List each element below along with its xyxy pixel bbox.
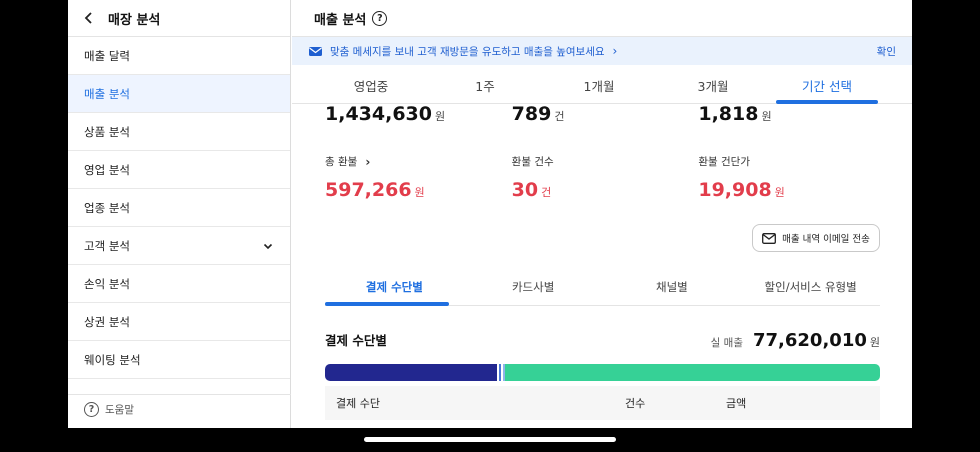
promo-banner[interactable]: 맞춤 메세지를 보내 고객 재방문을 유도하고 매출을 높여보세요 › 확인 [292,37,912,65]
breakdown-tab[interactable]: 채널별 [603,270,742,305]
sidebar-item[interactable]: 손익 분석 [68,265,290,303]
sidebar-item-label: 매출 분석 [84,86,130,101]
sidebar-item[interactable]: 매출 분석 [68,75,290,113]
stat-unit: 원 [761,110,772,123]
sidebar-item-label: 손익 분석 [84,276,130,291]
stats-refund-row: 총 환불 › 597,266 원 환불 건수 30 건 환불 건단가 19,908 원 [325,154,885,202]
distribution-segment [504,364,880,381]
breakdown-tabs: 결제 수단별 카드사별 채널별 할인/서비스 유형별 [325,270,880,306]
sidebar-item-label: 매출 달력 [84,48,130,63]
stat-block: 총 환불 › 597,266 원 [325,154,512,202]
stat-value: 30 [511,179,539,201]
stat-unit: 원 [414,186,425,199]
page-title: 매출 분석 [314,12,367,28]
mail-icon [309,46,322,57]
sidebar-item[interactable]: 매출 달력 [68,37,290,75]
net-sales-value: 77,620,010 [753,330,867,351]
chevron-right-icon: › [612,44,618,58]
stat-label[interactable]: 총 환불 › [325,154,512,169]
distribution-segment [325,364,498,381]
section-title: 결제 수단별 [325,333,387,348]
stat-unit: 건 [554,110,565,123]
sidebar: 매장 분석 매출 달력매출 분석상품 분석영업 분석업종 분석고객 분석손익 분… [68,0,291,428]
net-sales-unit: 원 [869,336,880,349]
sidebar-item-label: 웨이팅 분석 [84,352,141,367]
payment-distribution-bar [325,364,880,381]
sidebar-item-label: 상품 분석 [84,124,130,139]
banner-confirm-button[interactable]: 확인 [877,44,896,59]
sidebar-item-label: 상권 분석 [84,314,130,329]
stat-block: 1,434,630 원 [325,103,512,125]
email-button-label: 매출 내역 이메일 전송 [782,234,870,245]
stat-value: 19,908 [698,179,772,201]
sidebar-item-label: 고객 분석 [84,238,130,253]
sidebar-item[interactable]: 웨이팅 분석 [68,341,290,379]
main-panel: 매출 분석 ? 맞춤 메세지를 보내 고객 재방문을 유도하고 매출을 높여보세… [292,0,912,428]
period-tabs: 영업중 1주 1개월 3개월 기간 선택 [292,65,912,104]
sidebar-item[interactable]: 상권 분석 [68,303,290,341]
home-indicator[interactable] [364,437,616,442]
help-label: 도움말 [105,404,134,416]
stat-block: 환불 건수 30 건 [512,154,699,201]
stat-value: 1,818 [698,103,759,125]
column-header-amount: 금액 [726,397,747,410]
stat-label: 환불 건단가 [698,156,750,168]
sidebar-header: 매장 분석 [68,0,290,37]
breakdown-tab[interactable]: 할인/서비스 유형별 [741,270,880,305]
question-circle-icon: ? [84,402,99,417]
sidebar-item[interactable]: 상품 분석 [68,113,290,151]
stat-unit: 원 [774,186,785,199]
sidebar-item-label: 업종 분석 [84,200,130,215]
sidebar-item-label: 영업 분석 [84,162,130,177]
period-tab[interactable]: 기간 선택 [770,65,884,104]
question-circle-icon[interactable]: ? [372,10,388,26]
stat-unit: 원 [434,110,446,123]
chevron-right-icon: › [365,154,371,169]
period-tab[interactable]: 1주 [428,65,542,103]
main-header: 매출 분석 ? [292,0,912,37]
period-tab[interactable]: 1개월 [542,65,656,103]
sidebar-item[interactable]: 업종 분석 [68,189,290,227]
stat-label: 환불 건수 [511,156,554,168]
table-header: 결제 수단 건수 금액 [325,386,880,420]
stat-block: 환불 건단가 19,908 원 [698,154,885,201]
sidebar-menu: 매출 달력매출 분석상품 분석영업 분석업종 분석고객 분석손익 분석상권 분석… [68,37,290,379]
stat-value: 597,266 [325,179,412,201]
back-arrow-icon[interactable] [82,11,96,25]
net-sales-label: 실 매출 [710,337,743,349]
stat-block: 789 건 [512,103,699,125]
app-screen: 매장 분석 매출 달력 매출 분석 상품 분석 영업 분석 업종 분석 고객 분석 손익 분… [68,0,912,428]
column-header-count: 건수 [625,397,646,410]
breakdown-tab[interactable]: 결제 수단별 [325,270,464,306]
period-tab[interactable]: 3개월 [656,65,770,103]
stat-value: 1,434,630 [325,103,432,125]
help-link[interactable]: ? 도움말 [84,402,134,417]
stat-unit: 건 [541,186,552,199]
divider [68,394,291,395]
sidebar-title: 매장 분석 [108,12,161,28]
period-tab[interactable]: 영업중 [314,65,428,103]
envelope-icon [762,232,777,244]
stats-top-row: 1,434,630 원 789 건 1,818 원 [325,103,885,125]
sidebar-item[interactable]: 고객 분석 [68,227,290,265]
chevron-down-icon [262,240,274,252]
column-header-method: 결제 수단 [336,397,380,410]
breakdown-tab[interactable]: 카드사별 [464,270,603,305]
sidebar-item[interactable]: 영업 분석 [68,151,290,189]
net-sales: 실 매출 77,620,010 원 [711,330,880,351]
stat-value: 789 [511,103,552,125]
email-send-button[interactable]: 매출 내역 이메일 전송 [752,224,880,252]
banner-text: 맞춤 메세지를 보내 고객 재방문을 유도하고 매출을 높여보세요 [330,45,605,58]
stat-block: 1,818 원 [698,103,885,125]
